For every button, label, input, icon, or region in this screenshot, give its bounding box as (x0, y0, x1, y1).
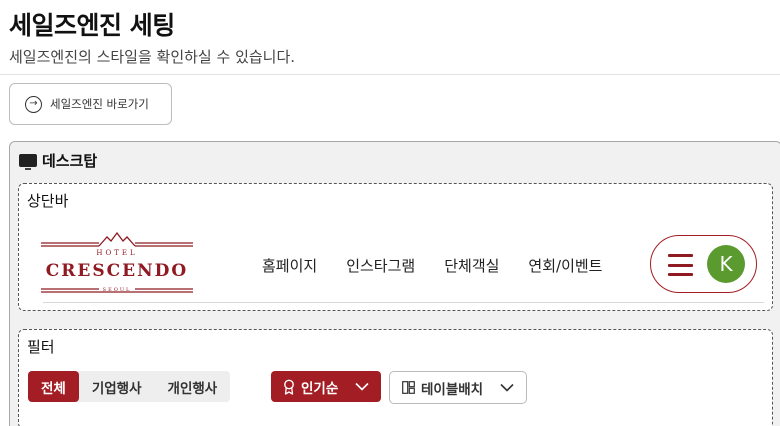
filter-segment-control: 전체 기업행사 개인행사 (28, 371, 231, 402)
hotel-logo[interactable]: HOTEL CRESCENDO SEOUL (41, 232, 193, 296)
nav-link-events[interactable]: 연회/이벤트 (528, 255, 602, 276)
layout-label: 테이블배치 (421, 381, 484, 398)
layout-dropdown[interactable]: 테이블배치 (389, 371, 527, 404)
layout-grid-icon (402, 381, 415, 394)
nav-link-homepage[interactable]: 홈페이지 (262, 255, 317, 276)
award-icon (284, 379, 294, 395)
topbar-nav: 홈페이지 인스타그램 단체객실 연회/이벤트 (262, 255, 602, 276)
header-divider (0, 74, 780, 75)
hamburger-menu-icon[interactable] (668, 254, 693, 276)
sort-label: 인기순 (301, 380, 339, 397)
avatar[interactable]: K (707, 245, 745, 283)
filter-panel: 필터 전체 기업행사 개인행사 인기순 테이블배치 (18, 329, 773, 426)
topbar-panel: 상단바 HOTEL CRESCENDO SEOUL 홈페이지 인스타그램 단체객… (18, 183, 773, 311)
topbar-panel-title: 상단바 (27, 192, 69, 210)
desktop-section-title: 데스크탑 (42, 152, 98, 170)
desktop-section: 데스크탑 상단바 HOTEL CRESCENDO SEOUL 홈페이지 인스타그… (9, 141, 780, 426)
chevron-down-icon (500, 383, 514, 392)
chevron-down-icon (355, 382, 369, 391)
segment-corporate-events[interactable]: 기업행사 (79, 371, 155, 402)
filter-panel-title: 필터 (27, 338, 55, 356)
goto-button-label: 세일즈엔진 바로가기 (50, 97, 149, 111)
goto-sales-engine-button[interactable]: → 세일즈엔진 바로가기 (9, 83, 172, 125)
topbar-menu-pill[interactable]: K (650, 235, 757, 293)
monitor-icon (19, 154, 37, 170)
desktop-section-header: 데스크탑 (19, 150, 97, 171)
logo-hotel-text: HOTEL (96, 249, 137, 257)
segment-private-events[interactable]: 개인행사 (155, 371, 231, 402)
topbar-bottom-line (43, 302, 764, 303)
arrow-circle-right-icon: → (25, 95, 42, 113)
sort-dropdown[interactable]: 인기순 (271, 371, 381, 402)
logo-name-text: CRESCENDO (46, 261, 188, 281)
page-subtitle: 세일즈엔진의 스타일을 확인하실 수 있습니다. (9, 48, 296, 66)
segment-all[interactable]: 전체 (28, 371, 79, 402)
page-title: 세일즈엔진 세팅 (9, 11, 175, 40)
nav-link-group-rooms[interactable]: 단체객실 (444, 255, 499, 276)
nav-link-instagram[interactable]: 인스타그램 (346, 255, 415, 276)
logo-city-text: SEOUL (103, 287, 132, 293)
